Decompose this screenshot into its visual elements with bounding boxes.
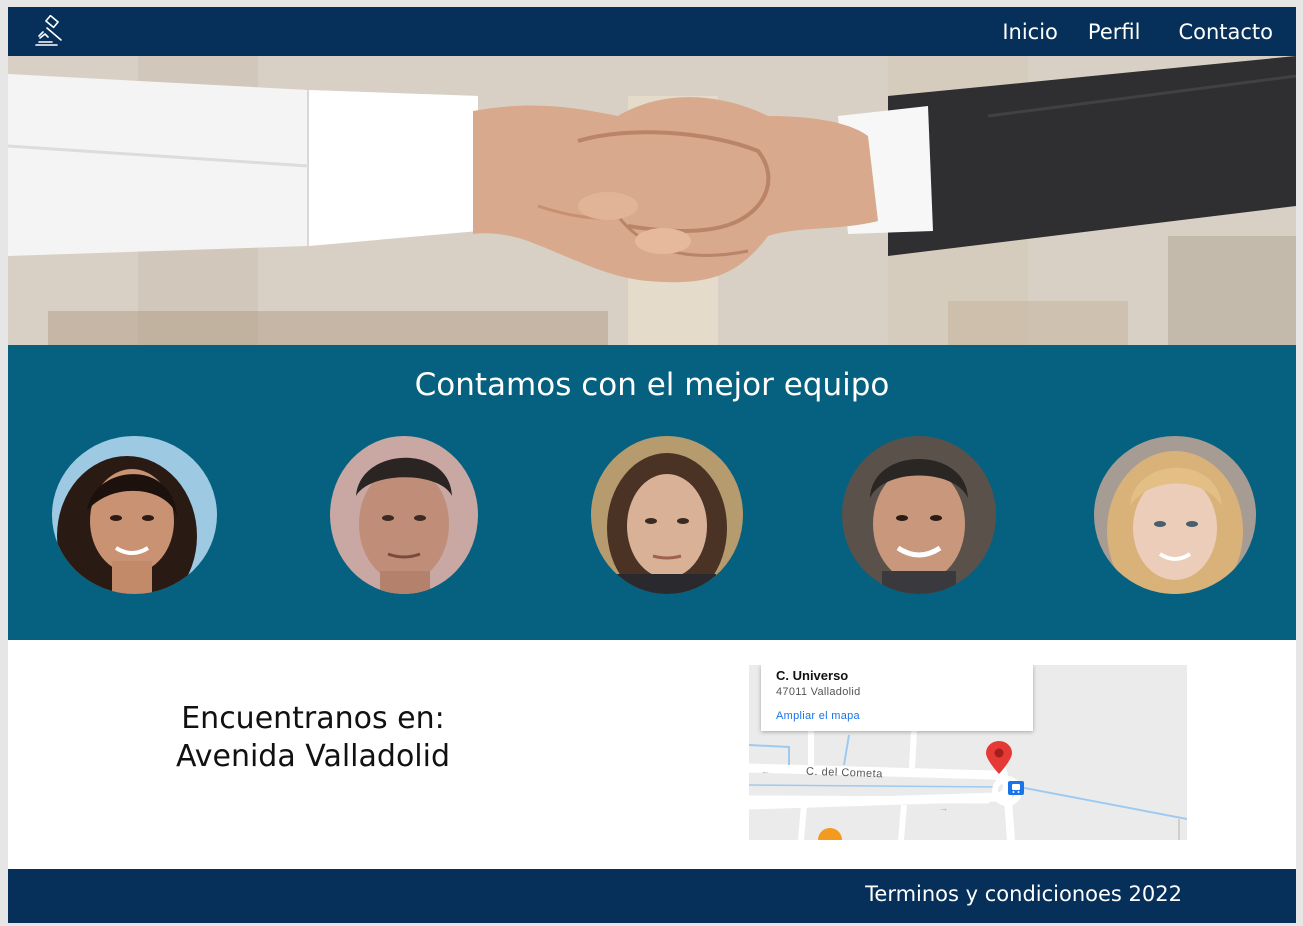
location-map[interactable]: → ← C. Universo 47011 Valladolid Ampliar… [749,665,1187,840]
nav-link-contacto[interactable]: Contacto [1178,20,1273,44]
gavel-icon[interactable] [33,14,69,49]
svg-text:←: ← [761,766,770,776]
team-member-1-photo [52,436,217,594]
location-address: Avenida Valladolid [175,739,451,774]
map-place-name: C. Universo [776,668,849,683]
location-section: Encuentranos en: Avenida Valladolid → ← … [8,640,1296,869]
terms-link[interactable]: Terminos y condicionoes 2022 [865,882,1182,906]
nav-link-perfil[interactable]: Perfil [1088,20,1141,44]
map-expand-link[interactable]: Ampliar el mapa [776,710,860,722]
team-section: Contamos con el mejor equipo [8,345,1296,640]
location-text: Encuentranos en: Avenida Valladolid [138,700,488,776]
svg-text:→: → [939,803,948,813]
team-member-3-photo [591,436,743,594]
nav-link-inicio[interactable]: Inicio [1002,20,1058,44]
team-member-2-photo [330,436,478,594]
location-heading: Encuentranos en: [181,701,445,736]
map-info-card: C. Universo 47011 Valladolid Ampliar el … [761,665,1033,731]
page: Inicio Perfil Contacto Contamos con el m… [8,7,1296,923]
team-member-5-photo [1094,436,1256,594]
map-pin-icon[interactable] [984,741,1014,775]
team-title: Contamos con el mejor equipo [414,367,890,403]
map-place-address: 47011 Valladolid [776,686,861,698]
nav-links: Inicio Perfil Contacto [1002,7,1273,56]
top-navbar: Inicio Perfil Contacto [8,7,1296,56]
bus-stop-icon[interactable] [1008,781,1024,795]
footer: Terminos y condicionoes 2022 [8,869,1296,923]
hero-handshake-image [8,56,1296,345]
team-member-4-photo [842,436,996,594]
